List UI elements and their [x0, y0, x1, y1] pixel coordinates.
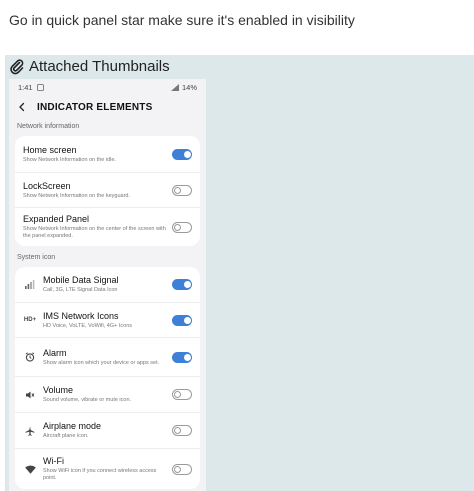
setting-row-expanded-panel[interactable]: Expanded Panel Show Network Information …	[15, 208, 200, 246]
setting-row-ims-network[interactable]: HD+ IMS Network Icons HD Voice, VoLTE, V…	[15, 303, 200, 338]
alarm-clock-icon	[25, 352, 35, 362]
setting-desc: Call, 3G, LTE Signal Data Icon	[43, 287, 118, 293]
section-label-system-icon: System icon	[17, 254, 56, 261]
setting-row-wifi[interactable]: Wi-Fi Show WiFi icon if you connect wire…	[15, 449, 200, 489]
attachments-title: Attached Thumbnails	[29, 58, 170, 75]
signal-bars-icon	[25, 280, 35, 289]
setting-desc: Show Network Information on the center o…	[23, 226, 166, 239]
setting-title: Home screen	[23, 144, 77, 155]
post-text: Go in quick panel star make sure it's en…	[9, 12, 355, 28]
setting-title: Airplane mode	[43, 421, 102, 431]
expanded-panel-toggle[interactable]	[172, 221, 192, 233]
setting-title: Volume	[43, 385, 74, 395]
notification-icon	[36, 83, 44, 91]
setting-row-airplane[interactable]: Airplane mode Aircraft plane icon.	[15, 413, 200, 449]
section-label-network: Network information	[17, 123, 80, 130]
setting-desc: HD Voice, VoLTE, VoWifi, 4G+ Icons	[43, 322, 133, 329]
setting-desc: Show WiFi icon if you connect wireless a…	[43, 468, 157, 481]
setting-desc: Aircraft plane icon.	[43, 433, 89, 439]
setting-title: Alarm	[43, 347, 67, 358]
setting-desc: Show Network Information on the idle.	[23, 156, 116, 163]
setting-desc: Show alarm icon which your device or app…	[43, 359, 160, 366]
wifi-toggle[interactable]	[172, 463, 192, 475]
setting-row-lockscreen[interactable]: LockScreen Show Network Information on t…	[15, 173, 200, 208]
screen-title: INDICATOR ELEMENTS	[37, 101, 153, 113]
system-icon-card: Mobile Data Signal Call, 3G, LTE Signal …	[15, 267, 200, 489]
airplane-icon	[25, 426, 35, 436]
setting-desc: Sound volume, vibrate or mute icon.	[43, 397, 132, 403]
setting-row-mobile-data[interactable]: Mobile Data Signal Call, 3G, LTE Signal …	[15, 267, 200, 303]
airplane-toggle[interactable]	[172, 425, 192, 436]
home-screen-toggle[interactable]	[172, 148, 192, 160]
thumbnail-screenshot[interactable]: 1:41 14% INDICATOR ELEMENTS Network info…	[9, 79, 206, 491]
wifi-icon	[24, 465, 36, 474]
setting-title: IMS Network Icons	[43, 310, 119, 321]
setting-row-home-screen[interactable]: Home screen Show Network Information on …	[15, 136, 200, 173]
volume-toggle[interactable]	[172, 389, 192, 400]
mobile-data-toggle[interactable]	[172, 279, 192, 290]
setting-desc: Show Network Information on the keyguard…	[23, 192, 131, 199]
ims-network-toggle[interactable]	[172, 314, 192, 326]
paperclip-icon	[10, 58, 24, 74]
status-time: 1:41	[18, 82, 33, 92]
back-arrow-icon[interactable]	[17, 102, 27, 112]
status-bar: 1:41 14%	[9, 79, 206, 95]
setting-title: Expanded Panel	[23, 214, 90, 224]
hd-plus-icon: HD+	[23, 317, 37, 323]
lockscreen-toggle[interactable]	[172, 184, 192, 196]
alarm-toggle[interactable]	[172, 351, 192, 363]
signal-icon	[170, 83, 179, 91]
setting-title: Mobile Data Signal	[43, 275, 119, 285]
app-bar: INDICATOR ELEMENTS	[9, 95, 206, 119]
setting-row-volume[interactable]: Volume Sound volume, vibrate or mute ico…	[15, 377, 200, 413]
network-info-card: Home screen Show Network Information on …	[15, 136, 200, 246]
setting-title: LockScreen	[23, 180, 71, 191]
attachments-header: Attached Thumbnails	[9, 58, 170, 75]
setting-title: Wi-Fi	[43, 456, 64, 466]
battery-percent: 14%	[181, 82, 197, 92]
setting-row-alarm[interactable]: Alarm Show alarm icon which your device …	[15, 338, 200, 377]
speaker-muted-icon	[26, 391, 35, 398]
